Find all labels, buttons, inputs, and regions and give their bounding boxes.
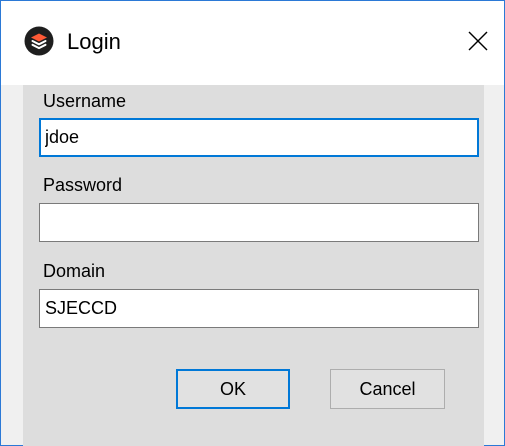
app-logo-icon: [24, 26, 54, 56]
close-icon: [468, 31, 488, 51]
username-input[interactable]: [39, 118, 479, 157]
cancel-button[interactable]: Cancel: [330, 369, 445, 409]
ok-button[interactable]: OK: [176, 369, 290, 409]
domain-input[interactable]: [39, 289, 479, 328]
window-title: Login: [67, 29, 121, 54]
title-bar[interactable]: Login: [1, 1, 504, 85]
close-button[interactable]: [453, 15, 503, 67]
username-label: Username: [43, 91, 127, 111]
login-dialog: Login Username Password Domain OK Cancel: [0, 0, 505, 446]
password-input[interactable]: [39, 203, 479, 242]
password-label: Password: [43, 175, 123, 195]
domain-label: Domain: [43, 261, 106, 281]
